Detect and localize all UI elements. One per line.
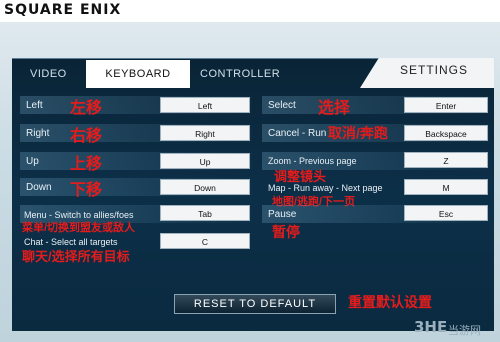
binding-label-pause: Pause	[268, 209, 297, 220]
key-field-up[interactable]: Up	[160, 153, 250, 169]
annotation-chat: 聊天/选择所有目标	[22, 249, 130, 264]
settings-title: SETTINGS	[400, 63, 469, 77]
annotation-select: 选择	[318, 100, 351, 117]
key-field-cancel[interactable]: Backspace	[404, 125, 488, 141]
annotation-reset: 重置默认设置	[348, 294, 432, 310]
key-field-pause[interactable]: Esc	[404, 205, 488, 221]
key-field-chat[interactable]: C	[160, 233, 250, 249]
binding-label-down: Down	[26, 182, 52, 193]
annotation-pause: 暂停	[272, 224, 300, 240]
binding-label-left: Left	[26, 100, 43, 111]
key-field-zoom[interactable]: Z	[404, 152, 488, 168]
key-field-right[interactable]: Right	[160, 125, 250, 141]
key-field-menu[interactable]: Tab	[160, 205, 250, 221]
annotation-cancel: 取消/奔跑	[328, 125, 388, 141]
key-field-map[interactable]: M	[404, 179, 488, 195]
annotation-up: 上移	[70, 156, 103, 173]
binding-label-select: Select	[268, 100, 296, 111]
watermark-site: 当游网	[448, 325, 481, 337]
binding-label-right: Right	[26, 128, 50, 139]
key-field-select[interactable]: Enter	[404, 97, 488, 113]
annotation-down: 下移	[70, 182, 103, 199]
tab-keyboard[interactable]: KEYBOARD	[86, 60, 190, 88]
binding-label-up: Up	[26, 156, 39, 167]
tab-video[interactable]: VIDEO	[30, 60, 80, 88]
key-field-down[interactable]: Down	[160, 179, 250, 195]
annotation-menu: 菜单/切换到盟友或敌人	[22, 222, 136, 234]
reset-to-default-button[interactable]: RESET TO DEFAULT	[174, 294, 336, 314]
key-field-left[interactable]: Left	[160, 97, 250, 113]
watermark-logo: 3HE	[414, 318, 448, 336]
tab-controller[interactable]: CONTROLLER	[200, 60, 280, 88]
annotation-right: 右移	[70, 128, 103, 145]
binding-label-cancel: Cancel - Run	[268, 128, 327, 139]
square-enix-logo: SQUARE ENIX	[4, 2, 122, 18]
annotation-left: 左移	[70, 100, 103, 117]
